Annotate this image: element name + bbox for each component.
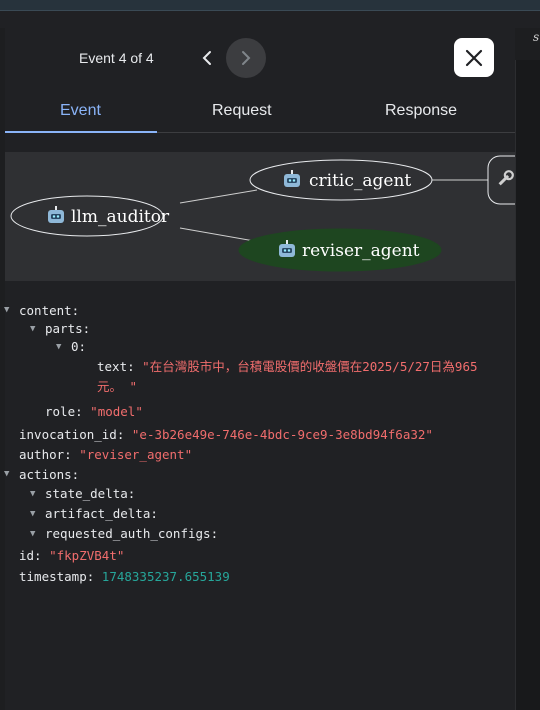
text-key: text:: [97, 359, 135, 374]
collapse-toggle-state-delta[interactable]: ▼: [30, 489, 35, 499]
role-key: role:: [45, 404, 83, 419]
collapse-toggle-artifact-delta[interactable]: ▼: [30, 509, 35, 519]
previous-event-button[interactable]: [194, 44, 220, 72]
side-panel-letter: s: [533, 30, 540, 44]
graph-edge-auditor-critic: [179, 189, 258, 204]
tree-row-requested-auth-configs: requested_auth_configs:: [45, 526, 218, 541]
collapse-toggle-content[interactable]: ▼: [4, 305, 9, 315]
top-bar-divider: [0, 10, 540, 11]
close-button[interactable]: [454, 38, 494, 77]
invocation-id-key: invocation_id:: [19, 427, 125, 442]
detail-tabs: Event Request Response: [5, 92, 515, 134]
close-icon: [465, 49, 483, 66]
state-delta-key: state_delta:: [45, 486, 136, 501]
id-value: "fkpZVB4t": [49, 548, 125, 563]
actions-key: actions:: [19, 467, 80, 482]
graph-node-label: critic_agent: [309, 171, 411, 191]
tree-row-role: role: "model": [45, 404, 143, 419]
collapse-toggle-actions[interactable]: ▼: [4, 469, 9, 479]
collapse-toggle-part-0[interactable]: ▼: [56, 342, 61, 352]
agent-graph: llm_auditor critic_agent reviser_agent: [5, 152, 515, 281]
parts-key: parts:: [45, 321, 91, 336]
text-value: "在台灣股市中，台積電股價的收盤價在2025/5/27日為965元。 ": [97, 359, 478, 394]
role-value: "model": [90, 404, 143, 419]
tree-row-id: id: "fkpZVB4t": [19, 548, 124, 563]
graph-node-llm-auditor[interactable]: llm_auditor: [10, 195, 170, 237]
timestamp-value: 1748335237.655139: [101, 569, 230, 584]
graph-node-tool[interactable]: [487, 155, 515, 205]
requested-auth-configs-key: requested_auth_configs:: [45, 526, 219, 541]
tree-row-parts: parts:: [45, 321, 90, 336]
right-side-panel-body: [515, 60, 540, 710]
tree-row-author: author: "reviser_agent": [19, 447, 192, 462]
graph-node-label: llm_auditor: [71, 207, 170, 227]
artifact-delta-key: artifact_delta:: [45, 506, 158, 521]
invocation-id-value: "e-3b26e49e-746e-4bdc-9ce9-3e8bd94f6a32": [131, 427, 433, 442]
author-key: author:: [19, 447, 72, 462]
timestamp-key: timestamp:: [19, 569, 95, 584]
collapse-toggle-parts[interactable]: ▼: [30, 324, 35, 334]
content-key: content:: [19, 303, 80, 318]
tab-event[interactable]: Event: [60, 102, 101, 120]
tree-row-content: content:: [19, 303, 79, 318]
tab-request[interactable]: Request: [212, 102, 272, 120]
graph-node-reviser-agent[interactable]: reviser_agent: [238, 228, 442, 272]
id-key: id:: [19, 548, 42, 563]
graph-edge-auditor-reviser: [179, 227, 261, 243]
tree-row-state-delta: state_delta:: [45, 486, 135, 501]
window-top-bar: [0, 0, 540, 10]
next-event-button[interactable]: [226, 38, 266, 78]
event-counter: Event 4 of 4: [79, 50, 154, 66]
tree-row-artifact-delta: artifact_delta:: [45, 506, 158, 521]
graph-node-label: reviser_agent: [302, 241, 420, 261]
tree-row-text: text: "在台灣股市中，台積電股價的收盤價在2025/5/27日為965元。…: [97, 357, 497, 397]
tree-row-actions: actions:: [19, 467, 79, 482]
author-value: "reviser_agent": [79, 447, 193, 462]
tab-response[interactable]: Response: [385, 102, 457, 120]
chevron-right-icon: [242, 51, 251, 65]
graph-node-critic-agent[interactable]: critic_agent: [249, 159, 433, 201]
tabs-divider: [157, 132, 515, 133]
active-tab-indicator: [5, 131, 157, 133]
tree-row-timestamp: timestamp: 1748335237.655139: [19, 569, 230, 584]
part-index-key: 0:: [71, 339, 87, 354]
tree-row-invocation-id: invocation_id: "e-3b26e49e-746e-4bdc-9ce…: [19, 427, 433, 442]
chevron-left-icon: [202, 51, 211, 65]
collapse-toggle-requested-auth-configs[interactable]: ▼: [30, 529, 35, 539]
tree-row-part-0: 0:: [71, 339, 86, 354]
